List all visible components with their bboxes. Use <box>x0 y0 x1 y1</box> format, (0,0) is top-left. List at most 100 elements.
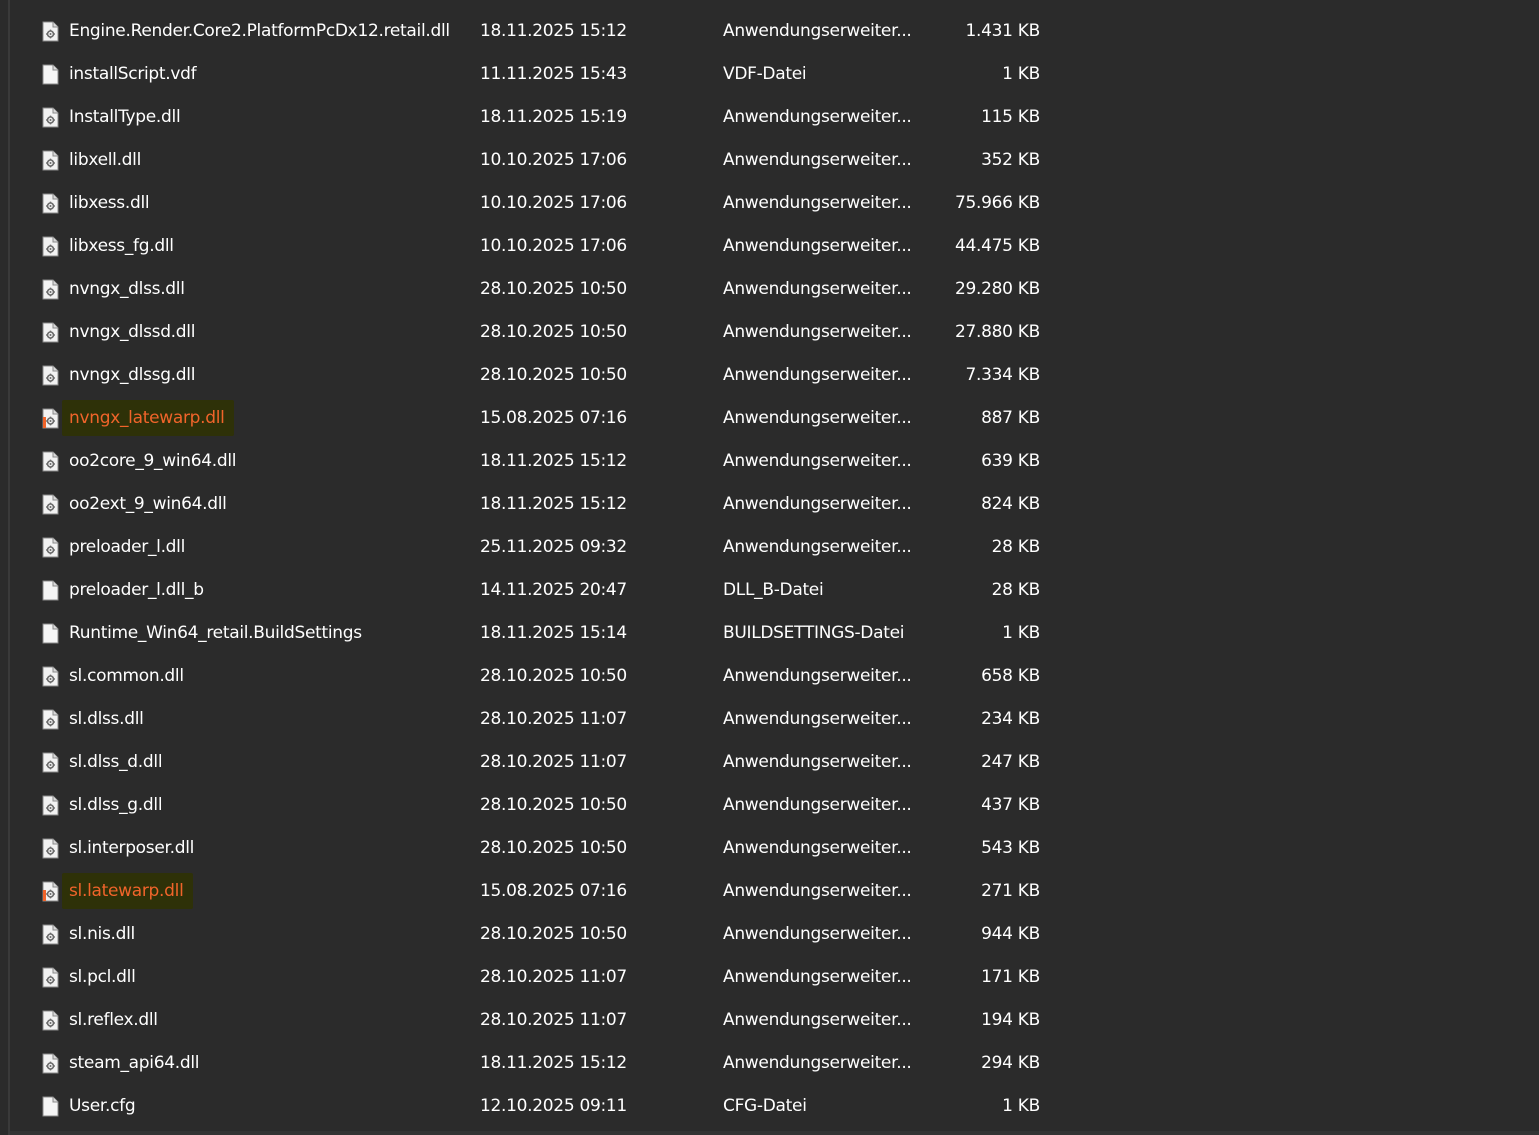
file-date-modified: 28.10.2025 11:07 <box>480 967 627 987</box>
file-type: Anwendungserweiter... <box>723 752 912 772</box>
dll-file-icon <box>42 236 59 257</box>
file-size: 171 KB <box>981 967 1040 987</box>
file-row[interactable]: oo2core_9_win64.dll 18.11.2025 15:12 Anw… <box>0 440 1539 483</box>
file-name: nvngx_latewarp.dll <box>69 408 225 428</box>
file-row[interactable]: sl.dlss_g.dll 28.10.2025 10:50 Anwendung… <box>0 784 1539 827</box>
dll-file-icon <box>42 193 59 214</box>
file-name: libxess.dll <box>69 193 150 213</box>
file-size: 28 KB <box>991 580 1041 600</box>
dll-file-icon <box>42 21 59 42</box>
file-date-modified: 15.08.2025 07:16 <box>480 408 627 428</box>
dll-file-icon <box>42 1053 59 1074</box>
blank-file-icon <box>42 64 59 85</box>
file-size: 271 KB <box>981 881 1040 901</box>
file-size: 28 KB <box>991 537 1041 557</box>
dll-file-icon <box>42 838 59 859</box>
dll-file-icon <box>42 1010 59 1031</box>
file-name: Engine.Render.Core2.PlatformPcDx12.retai… <box>69 21 450 41</box>
file-type: Anwendungserweiter... <box>723 21 912 41</box>
dll-file-icon <box>42 451 59 472</box>
file-row[interactable]: libxess.dll 10.10.2025 17:06 Anwendungse… <box>0 182 1539 225</box>
dll-file-icon <box>42 967 59 988</box>
file-row[interactable]: sl.interposer.dll 28.10.2025 10:50 Anwen… <box>0 827 1539 870</box>
file-type: Anwendungserweiter... <box>723 881 912 901</box>
file-name: sl.pcl.dll <box>69 967 136 987</box>
file-name: oo2core_9_win64.dll <box>69 451 237 471</box>
file-size: 352 KB <box>981 150 1040 170</box>
file-row[interactable]: User.cfg 12.10.2025 09:11 CFG-Datei 1 KB <box>0 1085 1539 1128</box>
file-size: 29.280 KB <box>955 279 1040 299</box>
file-name: sl.dlss_d.dll <box>69 752 163 772</box>
file-name: libxell.dll <box>69 150 142 170</box>
dll-file-icon <box>42 537 59 558</box>
file-row[interactable]: libxell.dll 10.10.2025 17:06 Anwendungse… <box>0 139 1539 182</box>
file-type: Anwendungserweiter... <box>723 494 912 514</box>
file-size: 1 KB <box>1002 1096 1040 1116</box>
file-name: sl.latewarp.dll <box>69 881 184 901</box>
file-row[interactable]: Engine.Render.Core2.PlatformPcDx12.retai… <box>0 10 1539 53</box>
file-size: 1 KB <box>1002 64 1040 84</box>
file-row[interactable]: nvngx_dlss.dll 28.10.2025 10:50 Anwendun… <box>0 268 1539 311</box>
file-name: sl.nis.dll <box>69 924 135 944</box>
file-type: Anwendungserweiter... <box>723 924 912 944</box>
file-type: Anwendungserweiter... <box>723 838 912 858</box>
file-date-modified: 18.11.2025 15:14 <box>480 623 627 643</box>
file-row[interactable]: nvngx_dlssd.dll 28.10.2025 10:50 Anwendu… <box>0 311 1539 354</box>
file-row[interactable]: InstallType.dll 18.11.2025 15:19 Anwendu… <box>0 96 1539 139</box>
file-row[interactable]: installScript.vdf 11.11.2025 15:43 VDF-D… <box>0 53 1539 96</box>
file-size: 44.475 KB <box>955 236 1040 256</box>
file-date-modified: 10.10.2025 17:06 <box>480 193 627 213</box>
file-size: 27.880 KB <box>955 322 1040 342</box>
file-name: preloader_l.dll <box>69 537 186 557</box>
file-name: sl.common.dll <box>69 666 184 686</box>
dll-file-icon <box>42 107 59 128</box>
horizontal-scrollbar[interactable] <box>10 1131 1539 1135</box>
dll-file-icon <box>42 709 59 730</box>
file-row[interactable]: preloader_l.dll_b 14.11.2025 20:47 DLL_B… <box>0 569 1539 612</box>
file-type: Anwendungserweiter... <box>723 1010 912 1030</box>
file-size: 115 KB <box>981 107 1040 127</box>
file-row[interactable]: sl.dlss_d.dll 28.10.2025 11:07 Anwendung… <box>0 741 1539 784</box>
file-type: Anwendungserweiter... <box>723 236 912 256</box>
file-row-highlighted[interactable]: sl.latewarp.dll 15.08.2025 07:16 Anwendu… <box>0 870 1539 913</box>
file-explorer-list-pane: Engine.Render.Core2.PlatformPcDx12.retai… <box>0 0 1539 1135</box>
file-date-modified: 10.10.2025 17:06 <box>480 150 627 170</box>
file-row[interactable]: preloader_l.dll 25.11.2025 09:32 Anwendu… <box>0 526 1539 569</box>
file-name: oo2ext_9_win64.dll <box>69 494 227 514</box>
dll-file-icon <box>42 408 59 429</box>
file-date-modified: 18.11.2025 15:12 <box>480 451 627 471</box>
file-name: steam_api64.dll <box>69 1053 200 1073</box>
file-row[interactable]: steam_api64.dll 18.11.2025 15:12 Anwendu… <box>0 1042 1539 1085</box>
file-name: User.cfg <box>69 1096 136 1116</box>
file-size: 1.431 KB <box>965 21 1041 41</box>
file-type: Anwendungserweiter... <box>723 537 912 557</box>
file-type: Anwendungserweiter... <box>723 1053 912 1073</box>
blank-file-icon <box>42 580 59 601</box>
file-type: Anwendungserweiter... <box>723 967 912 987</box>
file-list: Engine.Render.Core2.PlatformPcDx12.retai… <box>0 10 1539 1128</box>
file-row[interactable]: nvngx_dlssg.dll 28.10.2025 10:50 Anwendu… <box>0 354 1539 397</box>
file-row[interactable]: Runtime_Win64_retail.BuildSettings 18.11… <box>0 612 1539 655</box>
file-type: Anwendungserweiter... <box>723 107 912 127</box>
file-type: VDF-Datei <box>723 64 807 84</box>
file-date-modified: 28.10.2025 11:07 <box>480 1010 627 1030</box>
file-row[interactable]: sl.nis.dll 28.10.2025 10:50 Anwendungser… <box>0 913 1539 956</box>
file-type: Anwendungserweiter... <box>723 451 912 471</box>
blank-file-icon <box>42 1096 59 1117</box>
file-row[interactable]: sl.dlss.dll 28.10.2025 11:07 Anwendungse… <box>0 698 1539 741</box>
file-size: 887 KB <box>981 408 1040 428</box>
file-size: 247 KB <box>981 752 1040 772</box>
file-row[interactable]: sl.pcl.dll 28.10.2025 11:07 Anwendungser… <box>0 956 1539 999</box>
file-size: 1 KB <box>1002 623 1040 643</box>
file-type: Anwendungserweiter... <box>723 193 912 213</box>
file-row[interactable]: libxess_fg.dll 10.10.2025 17:06 Anwendun… <box>0 225 1539 268</box>
file-date-modified: 12.10.2025 09:11 <box>480 1096 627 1116</box>
file-name: sl.dlss_g.dll <box>69 795 163 815</box>
file-row[interactable]: oo2ext_9_win64.dll 18.11.2025 15:12 Anwe… <box>0 483 1539 526</box>
file-type: Anwendungserweiter... <box>723 322 912 342</box>
file-row-highlighted[interactable]: nvngx_latewarp.dll 15.08.2025 07:16 Anwe… <box>0 397 1539 440</box>
file-name: installScript.vdf <box>69 64 197 84</box>
file-row[interactable]: sl.reflex.dll 28.10.2025 11:07 Anwendung… <box>0 999 1539 1042</box>
file-row[interactable]: sl.common.dll 28.10.2025 10:50 Anwendung… <box>0 655 1539 698</box>
file-date-modified: 18.11.2025 15:12 <box>480 494 627 514</box>
